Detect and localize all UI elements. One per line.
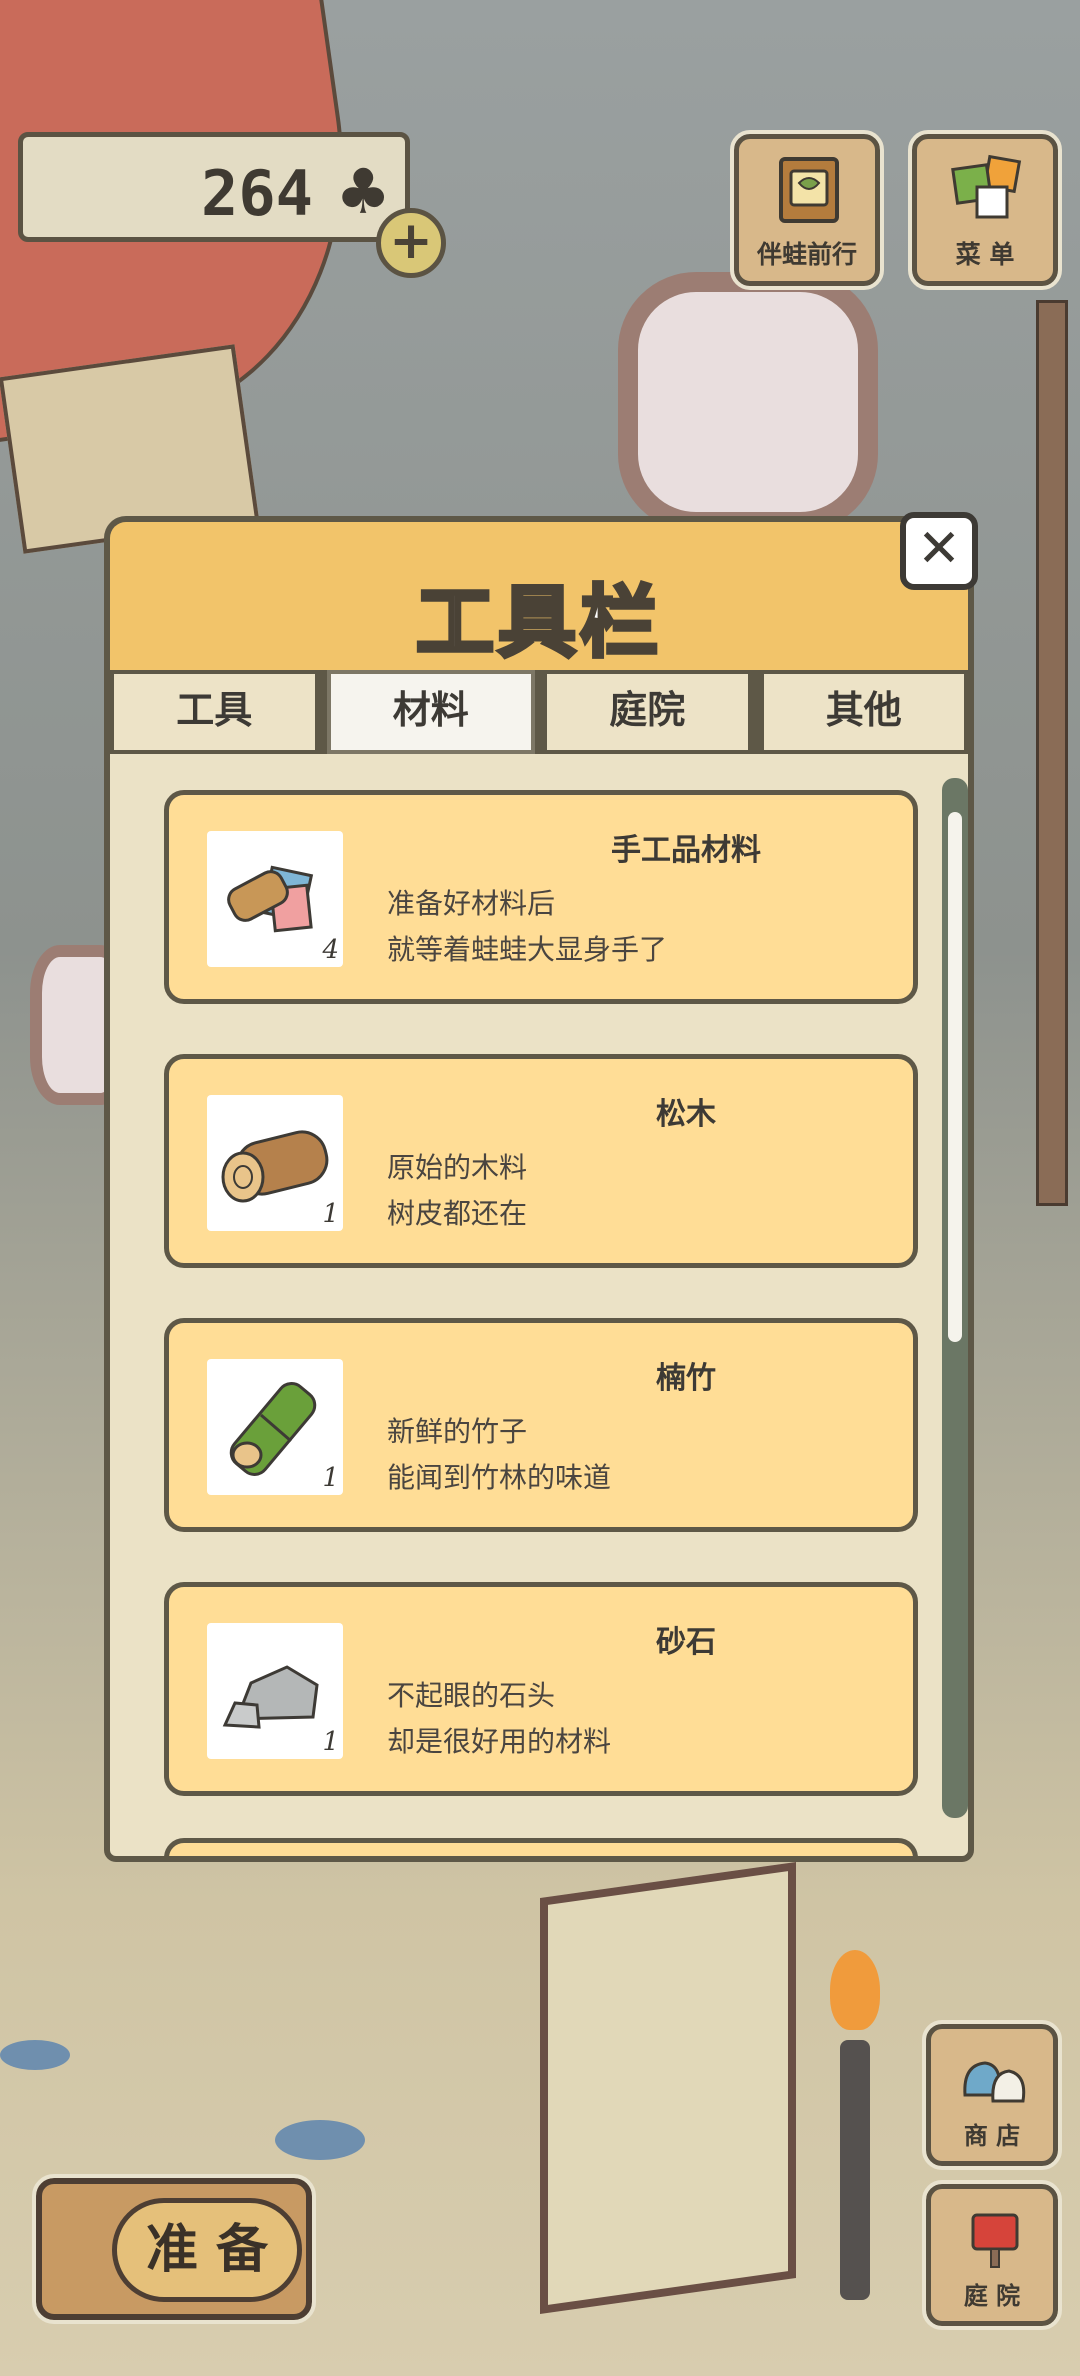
item-quantity: 1 [322, 1727, 339, 1757]
tab-bar: 工具 材料 庭院 其他 [104, 670, 974, 754]
dialog-header: 工具栏 [104, 516, 974, 676]
list-item[interactable]: 1 楠竹 新鲜的竹子 能闻到竹林的味道 [164, 1318, 918, 1532]
item-thumbnail: 1 [207, 1359, 343, 1495]
item-desc-line: 却是很好用的材料 [387, 1725, 612, 1758]
companion-book-icon [779, 157, 839, 223]
yard-button[interactable]: 庭 院 [922, 2180, 1062, 2330]
tab-materials[interactable]: 材料 [326, 670, 535, 754]
menu-button[interactable]: 菜 单 [908, 130, 1062, 290]
prepare-label: 准 备 [112, 2198, 302, 2302]
tab-yard[interactable]: 庭院 [543, 670, 752, 754]
item-name: 砂石 [656, 1625, 716, 1660]
torch-stand [840, 2040, 870, 2300]
menu-label: 菜 单 [955, 240, 1015, 269]
item-name: 松木 [656, 1097, 716, 1132]
wooden-pole [1036, 300, 1068, 1206]
item-desc-line: 树皮都还在 [387, 1197, 528, 1230]
item-desc-line: 就等着蛙蛙大显身手了 [387, 933, 668, 966]
clover-icon: ♣ [335, 155, 391, 228]
item-desc-line: 能闻到竹林的味道 [387, 1461, 612, 1494]
shop-label: 商 店 [963, 2122, 1021, 2150]
add-clover-button[interactable]: + [376, 208, 446, 278]
list-item-partial[interactable] [164, 1838, 918, 1856]
item-desc-line: 原始的木料 [387, 1151, 528, 1184]
prepare-button[interactable]: 准 备 [32, 2174, 316, 2324]
item-description: 原始的木料 树皮都还在 [387, 1145, 527, 1237]
item-name: 楠竹 [656, 1361, 716, 1396]
ground-stone [0, 2040, 70, 2070]
item-desc-line: 准备好材料后 [387, 887, 556, 920]
item-quantity: 4 [322, 935, 339, 965]
pine-log-icon [221, 1130, 329, 1203]
ground-stone [275, 2120, 365, 2160]
bamboo-icon [229, 1382, 317, 1476]
scrollbar[interactable] [942, 778, 968, 1818]
scrollbar-thumb[interactable] [948, 812, 962, 1342]
item-thumbnail: 1 [207, 1623, 343, 1759]
shop-bags-icon [963, 2061, 1026, 2103]
companion-button[interactable]: 伴蛙前行 [730, 130, 884, 290]
yard-label: 庭 院 [963, 2282, 1021, 2310]
item-desc-line: 新鲜的竹子 [387, 1415, 528, 1448]
yard-mailbox-icon [971, 2213, 1019, 2268]
octagon-window [618, 272, 878, 532]
item-desc-line: 不起眼的石头 [387, 1679, 556, 1712]
item-name: 手工品材料 [611, 833, 761, 868]
folding-screen [540, 1862, 796, 2314]
menu-cards-icon [951, 154, 1022, 219]
close-button[interactable]: ✕ [900, 512, 978, 590]
clover-counter: 264 ♣ [18, 132, 410, 242]
item-quantity: 1 [322, 1463, 339, 1493]
stone-icon [222, 1665, 319, 1729]
list-item[interactable]: 1 砂石 不起眼的石头 却是很好用的材料 [164, 1582, 918, 1796]
item-thumbnail: 1 [207, 1095, 343, 1231]
torch-flame [830, 1950, 880, 2030]
clover-count: 264 [201, 157, 313, 230]
dialog-title: 工具栏 [414, 576, 662, 670]
item-thumbnail: 4 [207, 831, 343, 967]
item-description: 不起眼的石头 却是很好用的材料 [387, 1673, 611, 1765]
tab-tools[interactable]: 工具 [110, 670, 319, 754]
list-item[interactable]: 1 松木 原始的木料 树皮都还在 [164, 1054, 918, 1268]
item-description: 新鲜的竹子 能闻到竹林的味道 [387, 1409, 611, 1501]
item-list[interactable]: 4 手工品材料 准备好材料后 就等着蛙蛙大显身手了 1 松木 原始的木料 树皮都… [104, 754, 974, 1862]
toolbar-dialog: 工具栏 ✕ 工具 材料 庭院 其他 4 手工品材料 准备好材料后 就等着蛙蛙大显… [104, 512, 978, 1866]
tab-other[interactable]: 其他 [759, 670, 968, 754]
shop-button[interactable]: 商 店 [922, 2020, 1062, 2170]
list-item[interactable]: 4 手工品材料 准备好材料后 就等着蛙蛙大显身手了 [164, 790, 918, 1004]
item-quantity: 1 [322, 1199, 339, 1229]
companion-label: 伴蛙前行 [756, 240, 857, 269]
craft-materials-icon [227, 865, 314, 933]
item-description: 准备好材料后 就等着蛙蛙大显身手了 [387, 881, 667, 973]
